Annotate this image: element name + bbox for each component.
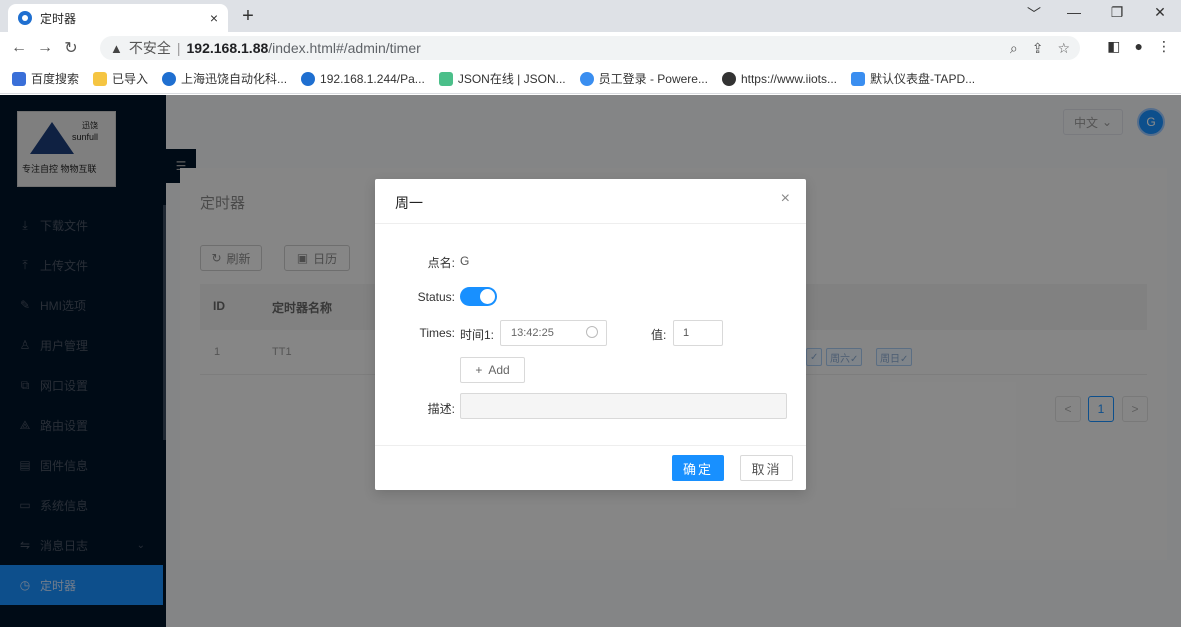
back-icon[interactable]: ←	[6, 39, 32, 57]
bookmark-favicon-icon	[851, 71, 865, 86]
bookmark-label: 192.168.1.244/Pa...	[320, 71, 425, 86]
zoom-icon[interactable]: ⌕	[1010, 40, 1018, 57]
bookmark-item[interactable]: 上海迅饶自动化科...	[162, 70, 287, 87]
bookmark-label: 百度搜索	[31, 72, 80, 86]
timer-edit-dialog: 周一 × 点名: G Status: Times: 时间1: 13:42:25 …	[375, 179, 806, 490]
browser-tab[interactable]: 定时器 ×	[8, 4, 228, 32]
bookmark-item[interactable]: 百度搜索	[12, 70, 79, 87]
folder-icon	[93, 71, 108, 86]
value-input[interactable]: 1	[673, 320, 723, 346]
forward-icon[interactable]: →	[32, 39, 58, 57]
bookmark-label: JSON在线 | JSON...	[457, 72, 566, 86]
side-panel-icon[interactable]: ◧	[1107, 38, 1120, 55]
bookmark-item[interactable]: 默认仪表盘-TAPD...	[851, 70, 975, 87]
bookmark-favicon-icon	[12, 71, 26, 86]
toggle-knob	[480, 289, 495, 304]
tab-search-icon[interactable]: ﹀	[1022, 4, 1046, 24]
browser-toolbar: ← → ↻ ▲ 不安全 | 192.168.1.88 /index.html#/…	[0, 32, 1181, 64]
add-time-label: Add	[488, 363, 510, 377]
url-path: /index.html#/admin/timer	[268, 40, 421, 56]
profile-icon[interactable]: ●	[1135, 38, 1143, 55]
time1-value: 13:42:25	[511, 327, 554, 339]
warning-icon: ▲	[110, 40, 123, 56]
bookmark-item[interactable]: https://www.iiots...	[721, 71, 837, 86]
bookmark-favicon-icon	[438, 71, 453, 86]
browser-actions: ◧ ● ⋮	[1107, 38, 1171, 55]
address-bar[interactable]: ▲ 不安全 | 192.168.1.88 /index.html#/admin/…	[100, 36, 1080, 60]
bookmark-label: 上海迅饶自动化科...	[181, 72, 288, 86]
dialog-title: 周一	[395, 195, 423, 211]
bookmark-item[interactable]: 192.168.1.244/Pa...	[301, 71, 425, 86]
bookmark-label: 员工登录 - Powere...	[598, 72, 708, 86]
address-separator: |	[176, 40, 181, 56]
menu-kebab-icon[interactable]: ⋮	[1157, 38, 1171, 55]
close-icon[interactable]: ×	[781, 190, 790, 208]
confirm-button[interactable]: 确定	[672, 455, 724, 481]
value-label: 值:	[651, 328, 667, 342]
restore-button[interactable]: ❐	[1105, 4, 1129, 21]
bookmark-favicon-icon	[301, 71, 316, 86]
add-time-button[interactable]: + Add	[460, 357, 525, 383]
bookmarks-bar: 百度搜索 已导入 上海迅饶自动化科... 192.168.1.244/Pa...…	[0, 64, 1181, 94]
bookmark-item[interactable]: JSON在线 | JSON...	[438, 70, 566, 87]
plus-icon: +	[475, 363, 483, 377]
close-window-button[interactable]: ✕	[1148, 4, 1172, 21]
status-toggle[interactable]	[460, 287, 497, 306]
cancel-button[interactable]: 取消	[740, 455, 793, 481]
dialog-header: 周一 ×	[375, 179, 806, 224]
new-tab-button[interactable]: +	[238, 5, 258, 28]
share-icon[interactable]: ⇪	[1032, 40, 1044, 57]
bookmark-item[interactable]: 已导入	[93, 70, 148, 87]
bookmark-favicon-icon	[579, 71, 594, 86]
reload-icon[interactable]: ↻	[58, 38, 84, 58]
site-favicon-icon	[18, 11, 32, 25]
time1-label: 时间1:	[460, 328, 495, 342]
url-host: 192.168.1.88	[186, 40, 269, 56]
bookmark-star-icon[interactable]: ☆	[1057, 40, 1070, 57]
tab-close-icon[interactable]: ×	[210, 10, 218, 26]
bookmark-favicon-icon	[721, 71, 736, 86]
bookmark-label: 已导入	[112, 72, 149, 86]
time1-picker[interactable]: 13:42:25	[500, 320, 607, 346]
point-name-value: G	[460, 254, 470, 268]
bookmark-label: https://www.iiots...	[740, 71, 837, 86]
browser-tab-strip: 定时器 × + ﹀ — ❐ ✕	[0, 0, 1181, 32]
description-label: 描述:	[427, 402, 455, 416]
tab-title: 定时器	[40, 11, 77, 26]
status-label: Status:	[417, 290, 455, 304]
security-label: 不安全	[128, 40, 171, 56]
point-name-label: 点名:	[427, 256, 455, 270]
omnibox-actions: ⌕ ⇪ ☆	[1010, 40, 1070, 57]
description-input[interactable]	[460, 393, 787, 419]
bookmark-label: 默认仪表盘-TAPD...	[870, 72, 976, 86]
minimize-button[interactable]: —	[1062, 4, 1086, 20]
bookmark-item[interactable]: 员工登录 - Powere...	[579, 70, 708, 87]
bookmark-favicon-icon	[162, 71, 177, 86]
times-label: Times:	[419, 326, 455, 340]
clock-icon	[586, 326, 598, 338]
